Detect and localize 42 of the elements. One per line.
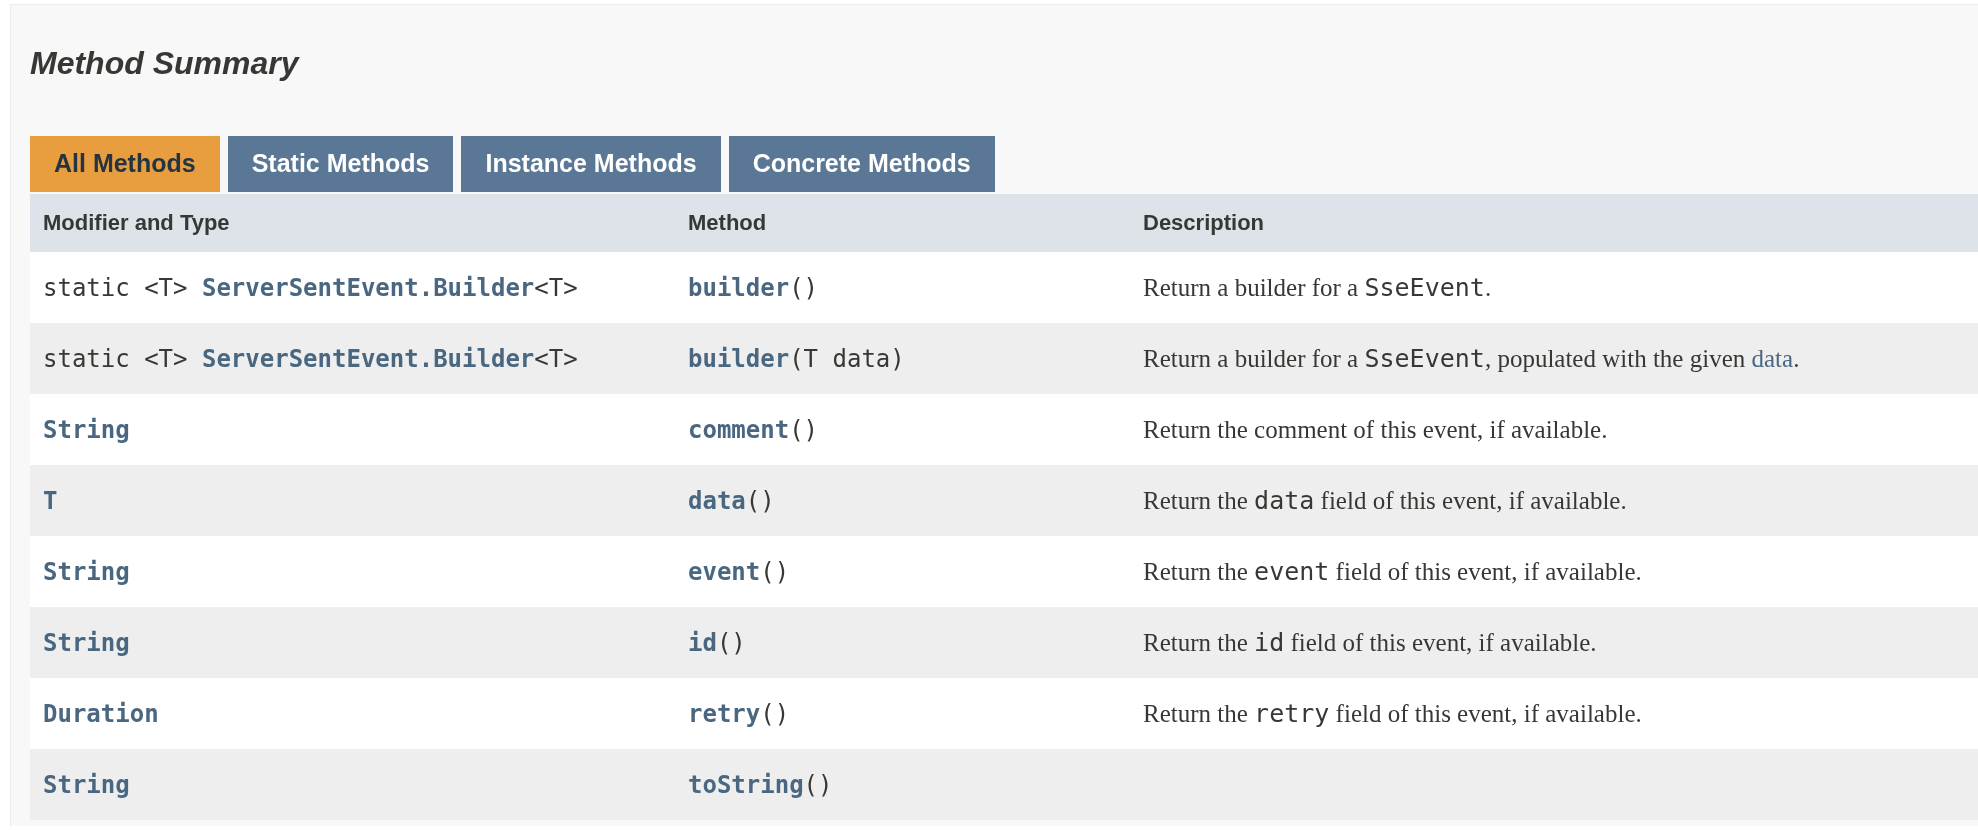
type-cell-text: static <T> ServerSentEvent.Builder<T> (42, 344, 579, 373)
code-link[interactable]: String (43, 770, 130, 799)
method-cell-text: toString() (687, 770, 834, 799)
type-cell-text: static <T> ServerSentEvent.Builder<T> (42, 273, 579, 302)
description-text: Return the id field of this event, if available. (1142, 628, 1598, 657)
code-link[interactable]: Duration (43, 699, 159, 728)
tab[interactable]: Instance Methods (461, 136, 721, 192)
column-header: Modifier and Type (42, 210, 231, 236)
code-link[interactable]: String (43, 628, 130, 657)
description-text: Return the data field of this event, if available. (1142, 486, 1628, 515)
method-cell-text: retry() (687, 699, 791, 728)
method-cell-text: builder() (687, 273, 820, 302)
code-link[interactable]: builder (688, 273, 790, 302)
description-text: Return the comment of this event, if available. (1142, 415, 1609, 444)
column-header: Description (1142, 210, 1266, 236)
tab[interactable]: All Methods (30, 136, 220, 192)
code-link[interactable]: builder (688, 344, 790, 373)
code-link[interactable]: T (43, 486, 58, 515)
code-link[interactable]: comment (688, 415, 790, 444)
section-title: Method Summary (30, 45, 301, 82)
code-link[interactable]: event (688, 557, 761, 586)
description-text: Return a builder for a SseEvent. (1142, 273, 1493, 302)
column-header: Method (687, 210, 768, 236)
description-text: Return the retry field of this event, if available. (1142, 699, 1643, 728)
code-link[interactable]: ServerSentEvent.Builder (201, 344, 535, 373)
code-link[interactable]: retry (688, 699, 761, 728)
text-link[interactable]: data (1751, 345, 1794, 372)
code-link[interactable]: id (688, 628, 717, 657)
method-cell-text: builder(T data) (687, 344, 906, 373)
method-cell-text: id() (687, 628, 747, 657)
tab[interactable]: Static Methods (227, 136, 454, 192)
tab[interactable]: Concrete Methods (728, 136, 995, 192)
code-link[interactable]: ServerSentEvent.Builder (201, 273, 535, 302)
method-cell-text: event() (687, 557, 791, 586)
code-link[interactable]: String (43, 415, 130, 444)
description-text: Return the event field of this event, if available. (1142, 557, 1643, 586)
description-text: Return a builder for a SseEvent, populated with the given data. (1142, 344, 1801, 373)
code-link[interactable]: String (43, 557, 130, 586)
method-cell-text: comment() (687, 415, 820, 444)
code-link[interactable]: data (688, 486, 746, 515)
code-link[interactable]: toString (688, 770, 804, 799)
method-cell-text: data() (687, 486, 776, 515)
